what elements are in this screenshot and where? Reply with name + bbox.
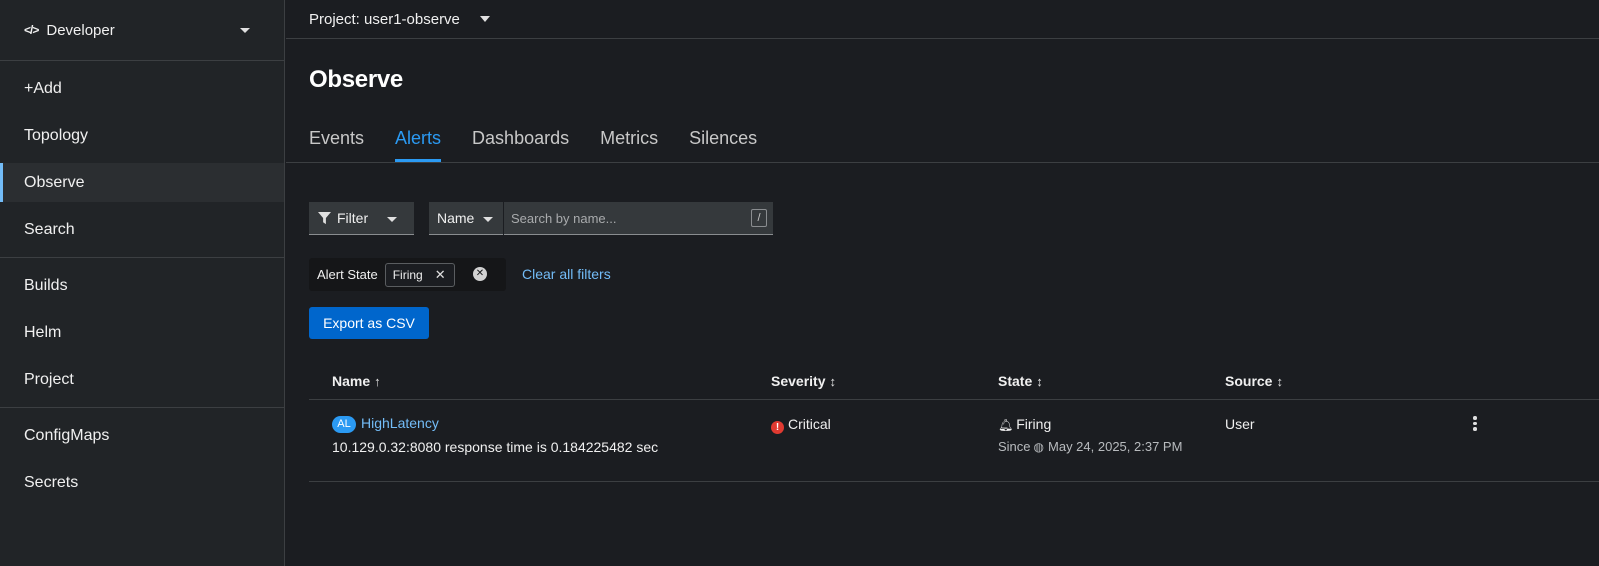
sidebar-item-label: +Add xyxy=(24,79,62,97)
sidebar-item-helm[interactable]: Helm xyxy=(0,313,284,352)
name-select[interactable]: Name xyxy=(429,202,503,235)
tab-events[interactable]: Events xyxy=(309,128,364,162)
perspective-switcher[interactable]: </> Developer xyxy=(0,0,284,61)
caret-down-icon xyxy=(479,16,490,22)
exclamation-circle-icon: ! xyxy=(771,421,784,434)
column-header-source[interactable]: Source ↕ xyxy=(1225,373,1283,389)
nav-group-1: +Add Topology Observe Search xyxy=(0,69,284,249)
state-label: Firing xyxy=(1016,416,1052,432)
sort-icon: ↕ xyxy=(829,373,836,389)
nav-divider xyxy=(0,407,284,408)
funnel-icon xyxy=(318,211,331,224)
sidebar-item-label: Secrets xyxy=(24,473,79,491)
sidebar-item-label: Project xyxy=(24,370,74,388)
chip-group-label: Alert State xyxy=(317,267,378,282)
export-csv-button[interactable]: Export as CSV xyxy=(309,307,429,339)
sidebar-item-label: Search xyxy=(24,220,75,238)
tab-silences[interactable]: Silences xyxy=(689,128,757,162)
column-header-label: State xyxy=(998,373,1033,389)
sidebar-item-builds[interactable]: Builds xyxy=(0,266,284,305)
alert-name-cell: AL HighLatency xyxy=(332,415,439,433)
clear-all-filters-link[interactable]: Clear all filters xyxy=(522,266,611,282)
sidebar-item-search[interactable]: Search xyxy=(0,210,284,249)
tabs-divider xyxy=(286,162,1599,163)
column-header-label: Name xyxy=(332,373,371,389)
sidebar-item-topology[interactable]: Topology xyxy=(0,116,284,155)
severity-label: Critical xyxy=(788,416,831,432)
state-since: Since ◍ May 24, 2025, 2:37 PM xyxy=(998,439,1182,454)
search-input[interactable] xyxy=(504,202,773,234)
filter-chip-group: Alert State Firing ✕ ✕ xyxy=(309,258,506,291)
caret-down-icon xyxy=(387,217,397,222)
name-select-label: Name xyxy=(437,210,475,226)
bell-icon: 🔔︎ xyxy=(998,418,1014,432)
source-cell: User xyxy=(1225,416,1255,432)
nav-group-2: Builds Helm Project xyxy=(0,266,284,399)
table-header-divider xyxy=(309,399,1599,400)
column-header-name[interactable]: Name ↑ xyxy=(332,373,381,389)
caret-down-icon xyxy=(483,217,493,222)
sort-icon: ↕ xyxy=(1276,373,1283,389)
severity-cell: ! Critical xyxy=(771,416,831,434)
alert-resource-badge: AL xyxy=(332,415,356,433)
sidebar-item-project[interactable]: Project xyxy=(0,360,284,399)
kebab-icon[interactable] xyxy=(1472,416,1478,431)
perspective-label: Developer xyxy=(46,21,115,39)
filter-label: Filter xyxy=(337,210,369,226)
column-header-label: Source xyxy=(1225,373,1273,389)
sort-up-icon: ↑ xyxy=(374,373,381,389)
tab-alerts[interactable]: Alerts xyxy=(395,128,442,162)
sidebar-item-label: Observe xyxy=(24,173,85,191)
tab-metrics[interactable]: Metrics xyxy=(600,128,658,162)
column-header-state[interactable]: State ↕ xyxy=(998,373,1043,389)
alert-description: 10.129.0.32:8080 response time is 0.1842… xyxy=(332,439,659,455)
nav-divider xyxy=(0,257,284,258)
search-box: / xyxy=(504,202,773,235)
sidebar-item-label: Topology xyxy=(24,126,89,144)
filter-chip: Firing ✕ xyxy=(384,262,455,287)
code-icon: </> xyxy=(24,23,39,37)
close-circle-icon[interactable]: ✕ xyxy=(473,267,487,281)
close-icon[interactable]: ✕ xyxy=(435,267,446,283)
sidebar-item-label: ConfigMaps xyxy=(24,426,110,444)
since-label: Since xyxy=(998,439,1031,454)
sidebar: </> Developer +Add Topology Observe Sear… xyxy=(0,0,285,566)
page-title: Observe xyxy=(309,66,403,93)
shortcut-hint: / xyxy=(751,209,767,227)
sort-icon: ↕ xyxy=(1036,373,1043,389)
chip-label: Firing xyxy=(392,267,423,282)
sidebar-item-observe[interactable]: Observe xyxy=(0,163,284,202)
globe-icon: ◍ xyxy=(1033,440,1045,454)
column-header-severity[interactable]: Severity ↕ xyxy=(771,373,836,389)
tab-bar: Events Alerts Dashboards Metrics Silence… xyxy=(309,128,1599,162)
tab-dashboards[interactable]: Dashboards xyxy=(472,128,569,162)
sidebar-item-add[interactable]: +Add xyxy=(0,69,284,108)
row-divider xyxy=(309,481,1599,482)
since-timestamp: May 24, 2025, 2:37 PM xyxy=(1048,439,1183,454)
column-header-label: Severity xyxy=(771,373,826,389)
caret-down-icon xyxy=(240,28,250,33)
sidebar-item-label: Builds xyxy=(24,276,68,294)
project-label: Project: user1-observe xyxy=(309,10,460,28)
sidebar-item-secrets[interactable]: Secrets xyxy=(0,463,284,502)
sidebar-item-configmaps[interactable]: ConfigMaps xyxy=(0,416,284,455)
state-cell: 🔔︎ Firing xyxy=(998,416,1051,432)
sidebar-item-label: Helm xyxy=(24,323,62,341)
main-content: Project: user1-observe Observe Events Al… xyxy=(286,0,1599,566)
alert-name-link[interactable]: HighLatency xyxy=(361,415,439,431)
nav-group-3: ConfigMaps Secrets xyxy=(0,416,284,502)
filter-dropdown[interactable]: Filter xyxy=(309,202,414,235)
project-selector[interactable]: Project: user1-observe xyxy=(286,0,1599,39)
